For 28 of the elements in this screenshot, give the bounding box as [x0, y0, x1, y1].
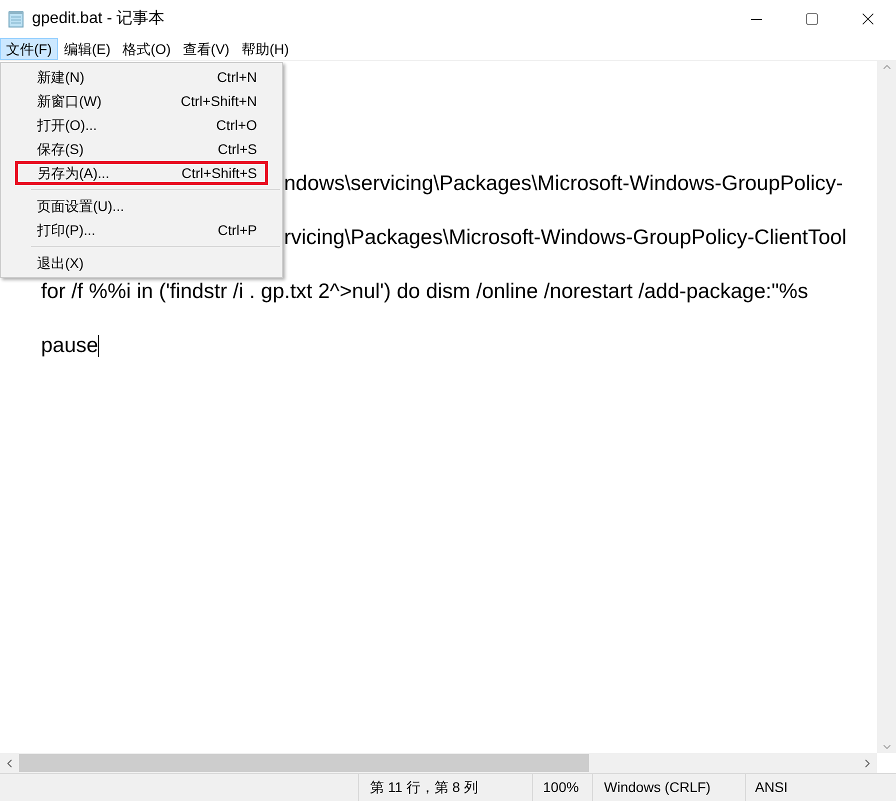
menu-item[interactable]: 退出(X)	[15, 251, 268, 275]
code-line: for /f %%i in ('findstr /i . gp.txt 2^>nul') do dism /online /norestart /add-package:"%s	[41, 279, 808, 306]
menu-item[interactable]: 打印(P)... Ctrl+P	[15, 218, 268, 242]
zoom-level: 100%	[543, 778, 579, 797]
code-line: ndows\servicing\Packages\Microsoft-Windows-GroupPolicy-	[284, 171, 844, 198]
menu-bar-item[interactable]: 帮助(H)	[235, 38, 295, 60]
menu-bar-item[interactable]: 文件(F)	[0, 38, 58, 60]
notepad-icon	[8, 10, 24, 28]
window-title: gpedit.bat - 记事本	[32, 8, 164, 29]
code-line: rvicing\Packages\Microsoft-Windows-GroupPolicy-ClientTool	[284, 225, 847, 252]
horizontal-scrollbar[interactable]	[0, 753, 877, 773]
menu-item[interactable]: 页面设置(U)...	[15, 194, 268, 218]
line-ending: Windows (CRLF)	[604, 778, 711, 797]
cursor-position: 第 11 行，第 8 列	[370, 778, 478, 797]
menu-item[interactable]: 新建(N) Ctrl+N	[15, 65, 268, 89]
maximize-icon	[805, 12, 819, 26]
menu-bar-item[interactable]: 查看(V)	[176, 38, 236, 60]
scrollbar-thumb[interactable]	[19, 754, 589, 772]
menu-item[interactable]: 新窗口(W) Ctrl+Shift+N	[15, 89, 268, 113]
encoding: ANSI	[755, 778, 788, 797]
menu-item[interactable]: 打开(O)... Ctrl+O	[15, 113, 268, 137]
menu-item[interactable]: 另存为(A)... Ctrl+Shift+S	[15, 161, 268, 185]
code-line: pause	[41, 333, 98, 360]
menu-bar-item[interactable]: 编辑(E)	[58, 38, 117, 60]
minimize-icon	[750, 18, 762, 20]
menu-item[interactable]: 保存(S) Ctrl+S	[15, 137, 268, 161]
menu-bar-item[interactable]: 格式(O)	[116, 38, 177, 60]
vertical-scrollbar[interactable]	[877, 61, 896, 753]
